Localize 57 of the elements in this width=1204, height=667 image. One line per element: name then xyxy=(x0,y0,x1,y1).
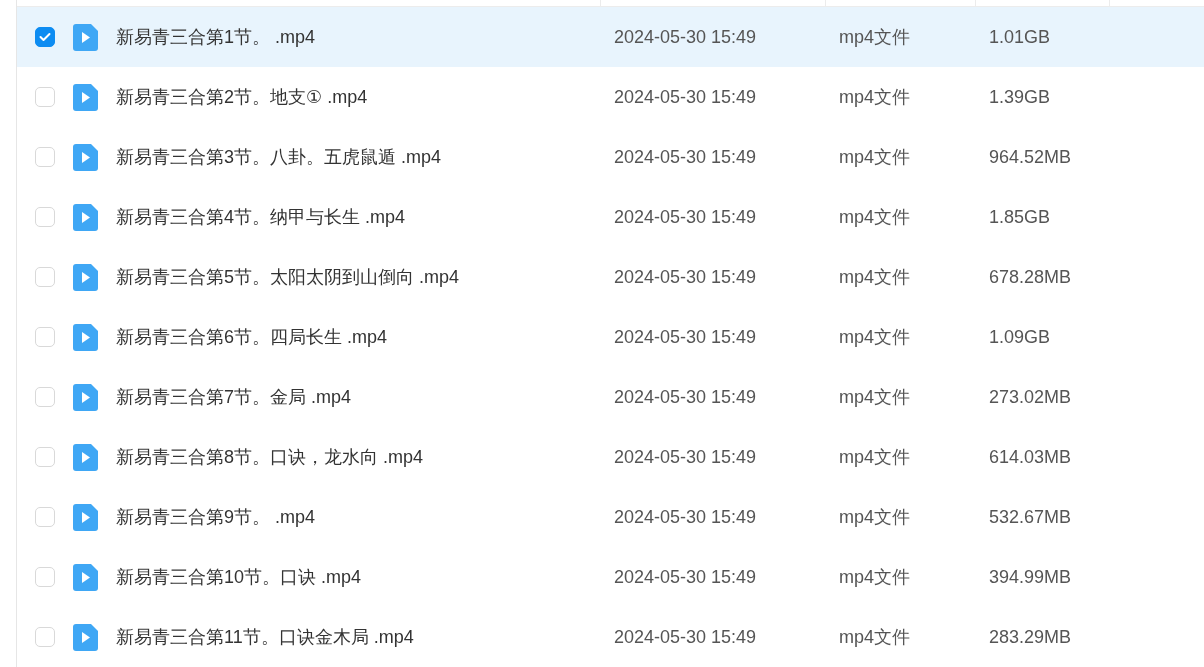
file-name[interactable]: 新易青三合第3节。八卦。五虎鼠遁 .mp4 xyxy=(116,145,442,169)
file-size: 394.99MB xyxy=(988,566,1072,588)
modified-date: 2024-05-30 15:49 xyxy=(613,386,757,408)
file-type: mp4文件 xyxy=(838,386,910,409)
checkmark-icon xyxy=(39,32,51,42)
modified-date: 2024-05-30 15:49 xyxy=(613,146,757,168)
file-type: mp4文件 xyxy=(838,566,910,589)
file-type: mp4文件 xyxy=(838,266,910,289)
modified-date: 2024-05-30 15:49 xyxy=(613,26,757,48)
video-file-icon xyxy=(73,383,98,411)
modified-date: 2024-05-30 15:49 xyxy=(613,506,757,528)
modified-date: 2024-05-30 15:49 xyxy=(613,86,757,108)
file-type: mp4文件 xyxy=(838,446,910,469)
file-name[interactable]: 新易青三合第1节。 .mp4 xyxy=(116,25,316,49)
video-file-icon xyxy=(73,143,98,171)
file-name[interactable]: 新易青三合第5节。太阳太阴到山倒向 .mp4 xyxy=(116,265,460,289)
file-size: 273.02MB xyxy=(988,386,1072,408)
video-file-icon xyxy=(73,563,98,591)
file-size: 678.28MB xyxy=(988,266,1072,288)
file-name[interactable]: 新易青三合第11节。口诀金木局 .mp4 xyxy=(116,625,414,649)
file-type: mp4文件 xyxy=(838,626,910,649)
file-size: 1.39GB xyxy=(988,86,1051,108)
modified-date: 2024-05-30 15:49 xyxy=(613,566,757,588)
video-file-icon xyxy=(73,323,98,351)
video-file-icon xyxy=(73,503,98,531)
file-name[interactable]: 新易青三合第10节。口诀 .mp4 xyxy=(116,565,362,589)
file-size: 1.01GB xyxy=(988,26,1051,48)
file-size: 1.09GB xyxy=(988,326,1051,348)
video-file-icon xyxy=(73,203,98,231)
video-file-icon xyxy=(73,83,98,111)
modified-date: 2024-05-30 15:49 xyxy=(613,206,757,228)
file-type: mp4文件 xyxy=(838,26,910,49)
modified-date: 2024-05-30 15:49 xyxy=(613,626,757,648)
file-name[interactable]: 新易青三合第4节。纳甲与长生 .mp4 xyxy=(116,205,406,229)
file-size: 283.29MB xyxy=(988,626,1072,648)
file-name[interactable]: 新易青三合第7节。金局 .mp4 xyxy=(116,385,352,409)
file-size: 964.52MB xyxy=(988,146,1072,168)
file-type: mp4文件 xyxy=(838,326,910,349)
file-type: mp4文件 xyxy=(838,146,910,169)
file-name[interactable]: 新易青三合第9节。 .mp4 xyxy=(116,505,316,529)
file-name[interactable]: 新易青三合第2节。地支① .mp4 xyxy=(116,85,368,109)
video-file-icon xyxy=(73,263,98,291)
video-file-icon xyxy=(73,623,98,651)
modified-date: 2024-05-30 15:49 xyxy=(613,326,757,348)
modified-date: 2024-05-30 15:49 xyxy=(613,446,757,468)
video-file-icon xyxy=(73,443,98,471)
file-name[interactable]: 新易青三合第6节。四局长生 .mp4 xyxy=(116,325,388,349)
file-size: 614.03MB xyxy=(988,446,1072,468)
video-file-icon xyxy=(73,23,98,51)
file-type: mp4文件 xyxy=(838,506,910,529)
file-name[interactable]: 新易青三合第8节。口诀，龙水向 .mp4 xyxy=(116,445,424,469)
checkbox[interactable] xyxy=(35,27,55,47)
file-size: 532.67MB xyxy=(988,506,1072,528)
file-type: mp4文件 xyxy=(838,206,910,229)
modified-date: 2024-05-30 15:49 xyxy=(613,266,757,288)
file-type: mp4文件 xyxy=(838,86,910,109)
file-size: 1.85GB xyxy=(988,206,1051,228)
